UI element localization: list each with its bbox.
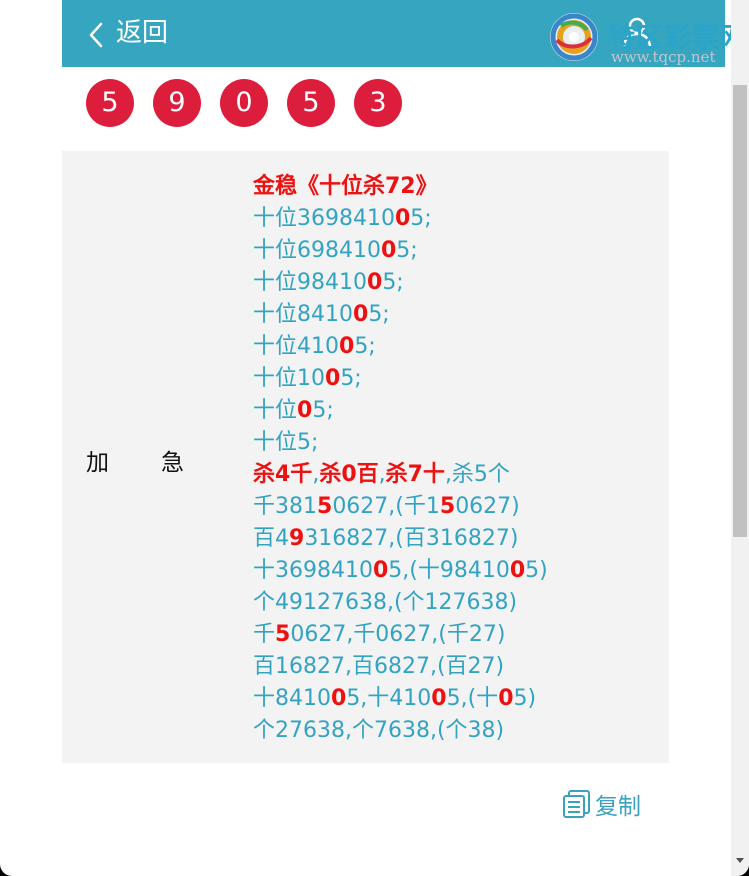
highlight-text: 0 bbox=[297, 398, 313, 423]
line-text: 个27638,个7638,(个38) bbox=[253, 718, 505, 743]
prediction-panel: 加 急 金稳《十位杀72》 十位369841005; 十位69841005; 十位98… bbox=[62, 151, 669, 763]
line-text: 十位 bbox=[253, 398, 298, 423]
number-ball: 5 bbox=[86, 79, 134, 127]
line-text: 十8410 bbox=[253, 686, 331, 711]
line-text: 百4 bbox=[253, 526, 289, 551]
prediction-title: 金稳《十位杀72》 bbox=[253, 171, 653, 203]
line-text: 十位10 bbox=[253, 366, 325, 391]
highlight-text: 0 bbox=[498, 686, 514, 711]
prediction-line: 个27638,个7638,(个38) bbox=[253, 715, 653, 747]
line-text: 5,(十98410 bbox=[388, 558, 510, 583]
scrollbar-thumb[interactable] bbox=[733, 85, 747, 537]
prediction-line: 十841005,十41005,(十05) bbox=[253, 683, 653, 715]
line-text: , bbox=[378, 462, 386, 487]
line-text: 0627) bbox=[455, 494, 520, 519]
highlight-text: 0 bbox=[431, 686, 447, 711]
logo-emblem-icon bbox=[550, 13, 598, 61]
prediction-line: 百49316827,(百316827) bbox=[253, 523, 653, 555]
line-text: 0627,千0627,(千27) bbox=[290, 622, 506, 647]
line-text: 5,十410 bbox=[346, 686, 432, 711]
highlight-text: 5 bbox=[439, 494, 456, 519]
highlight-text: 0 bbox=[380, 238, 397, 263]
copy-button[interactable]: 复制 bbox=[562, 787, 641, 821]
prediction-line: 百16827,百6827,(百27) bbox=[253, 651, 653, 683]
scroll-down-icon[interactable] bbox=[733, 853, 747, 869]
highlight-text: 0 bbox=[339, 334, 355, 359]
line-text: ,杀5个 bbox=[444, 462, 510, 487]
prediction-line: 个49127638,(个127638) bbox=[253, 587, 653, 619]
line-text: 千 bbox=[253, 622, 276, 647]
line-text: 5) bbox=[513, 686, 537, 711]
prediction-line: 十位369841005; bbox=[253, 203, 653, 235]
highlight-text: 金稳《十位杀72》 bbox=[253, 174, 438, 199]
back-button[interactable]: 返回 bbox=[116, 16, 168, 50]
highlight-text: 0 bbox=[325, 366, 341, 391]
highlight-text: 0 bbox=[367, 270, 383, 295]
prediction-line: 杀4千,杀0百,杀7十,杀5个 bbox=[253, 459, 653, 491]
line-text: 个49127638,(个127638) bbox=[253, 590, 518, 615]
number-ball: 3 bbox=[354, 79, 402, 127]
copy-icon bbox=[563, 790, 590, 818]
highlight-text: 0 bbox=[372, 558, 389, 583]
line-text: 十位410 bbox=[253, 334, 339, 359]
type-label: 加 急 bbox=[86, 450, 186, 476]
highlight-text: 杀4千 bbox=[253, 462, 313, 487]
line-text: 5; bbox=[396, 238, 418, 263]
line-text: 5; bbox=[312, 398, 334, 423]
line-text: 十3698410 bbox=[253, 558, 373, 583]
prediction-line: 千50627,千0627,(千27) bbox=[253, 619, 653, 651]
prediction-text: 金稳《十位杀72》 十位369841005; 十位69841005; 十位984100… bbox=[253, 171, 653, 747]
highlight-text: 0 bbox=[394, 206, 411, 231]
prediction-line: 千38150627,(千150627) bbox=[253, 491, 653, 523]
highlight-text: 9 bbox=[289, 526, 305, 551]
line-text: 百16827,百6827,(百27) bbox=[253, 654, 505, 679]
copy-label: 复制 bbox=[595, 794, 641, 820]
line-text: 十位5; bbox=[253, 430, 319, 455]
highlight-text: 5 bbox=[275, 622, 291, 647]
number-ball: 5 bbox=[287, 79, 335, 127]
line-text: 5,(十 bbox=[446, 686, 499, 711]
prediction-line: 十位69841005; bbox=[253, 235, 653, 267]
line-text: 5; bbox=[340, 366, 362, 391]
number-ball: 0 bbox=[220, 79, 268, 127]
prediction-line: 十位1005; bbox=[253, 363, 653, 395]
highlight-text: 0 bbox=[331, 686, 347, 711]
prediction-line: 十位5; bbox=[253, 427, 653, 459]
prediction-line: 十位841005; bbox=[253, 299, 653, 331]
prediction-line: 十位41005; bbox=[253, 331, 653, 363]
line-text: 十位698410 bbox=[253, 238, 381, 263]
back-chevron-icon[interactable] bbox=[88, 22, 104, 52]
prediction-line: 十位9841005; bbox=[253, 267, 653, 299]
highlight-text: 杀7十 bbox=[385, 462, 445, 487]
logo-url: www.tqcp.net bbox=[611, 48, 716, 66]
app-window: 返回 特区彩票网 www.tqcp.net 5 9 0 5 3 加 急 金稳《十… bbox=[0, 0, 749, 876]
line-text: 十位8410 bbox=[253, 302, 353, 327]
line-text: 千381 bbox=[253, 494, 317, 519]
line-text: 5; bbox=[354, 334, 376, 359]
highlight-text: 5 bbox=[317, 494, 333, 519]
highlight-text: 0 bbox=[509, 558, 526, 583]
line-text: 0627,(千1 bbox=[332, 494, 440, 519]
prediction-line: 十位05; bbox=[253, 395, 653, 427]
site-logo: 特区彩票网 www.tqcp.net bbox=[545, 8, 747, 68]
line-text: 5) bbox=[525, 558, 548, 583]
line-text: 5; bbox=[410, 206, 432, 231]
line-text: 5; bbox=[368, 302, 390, 327]
highlight-text: 0 bbox=[353, 302, 369, 327]
line-text: 316827,(百316827) bbox=[304, 526, 519, 551]
prediction-line: 十369841005,(十9841005) bbox=[253, 555, 653, 587]
highlight-text: 杀0百 bbox=[319, 462, 379, 487]
line-text: 十位98410 bbox=[253, 270, 367, 295]
number-ball: 9 bbox=[153, 79, 201, 127]
line-text: 5; bbox=[382, 270, 404, 295]
line-text: 十位3698410 bbox=[253, 206, 395, 231]
